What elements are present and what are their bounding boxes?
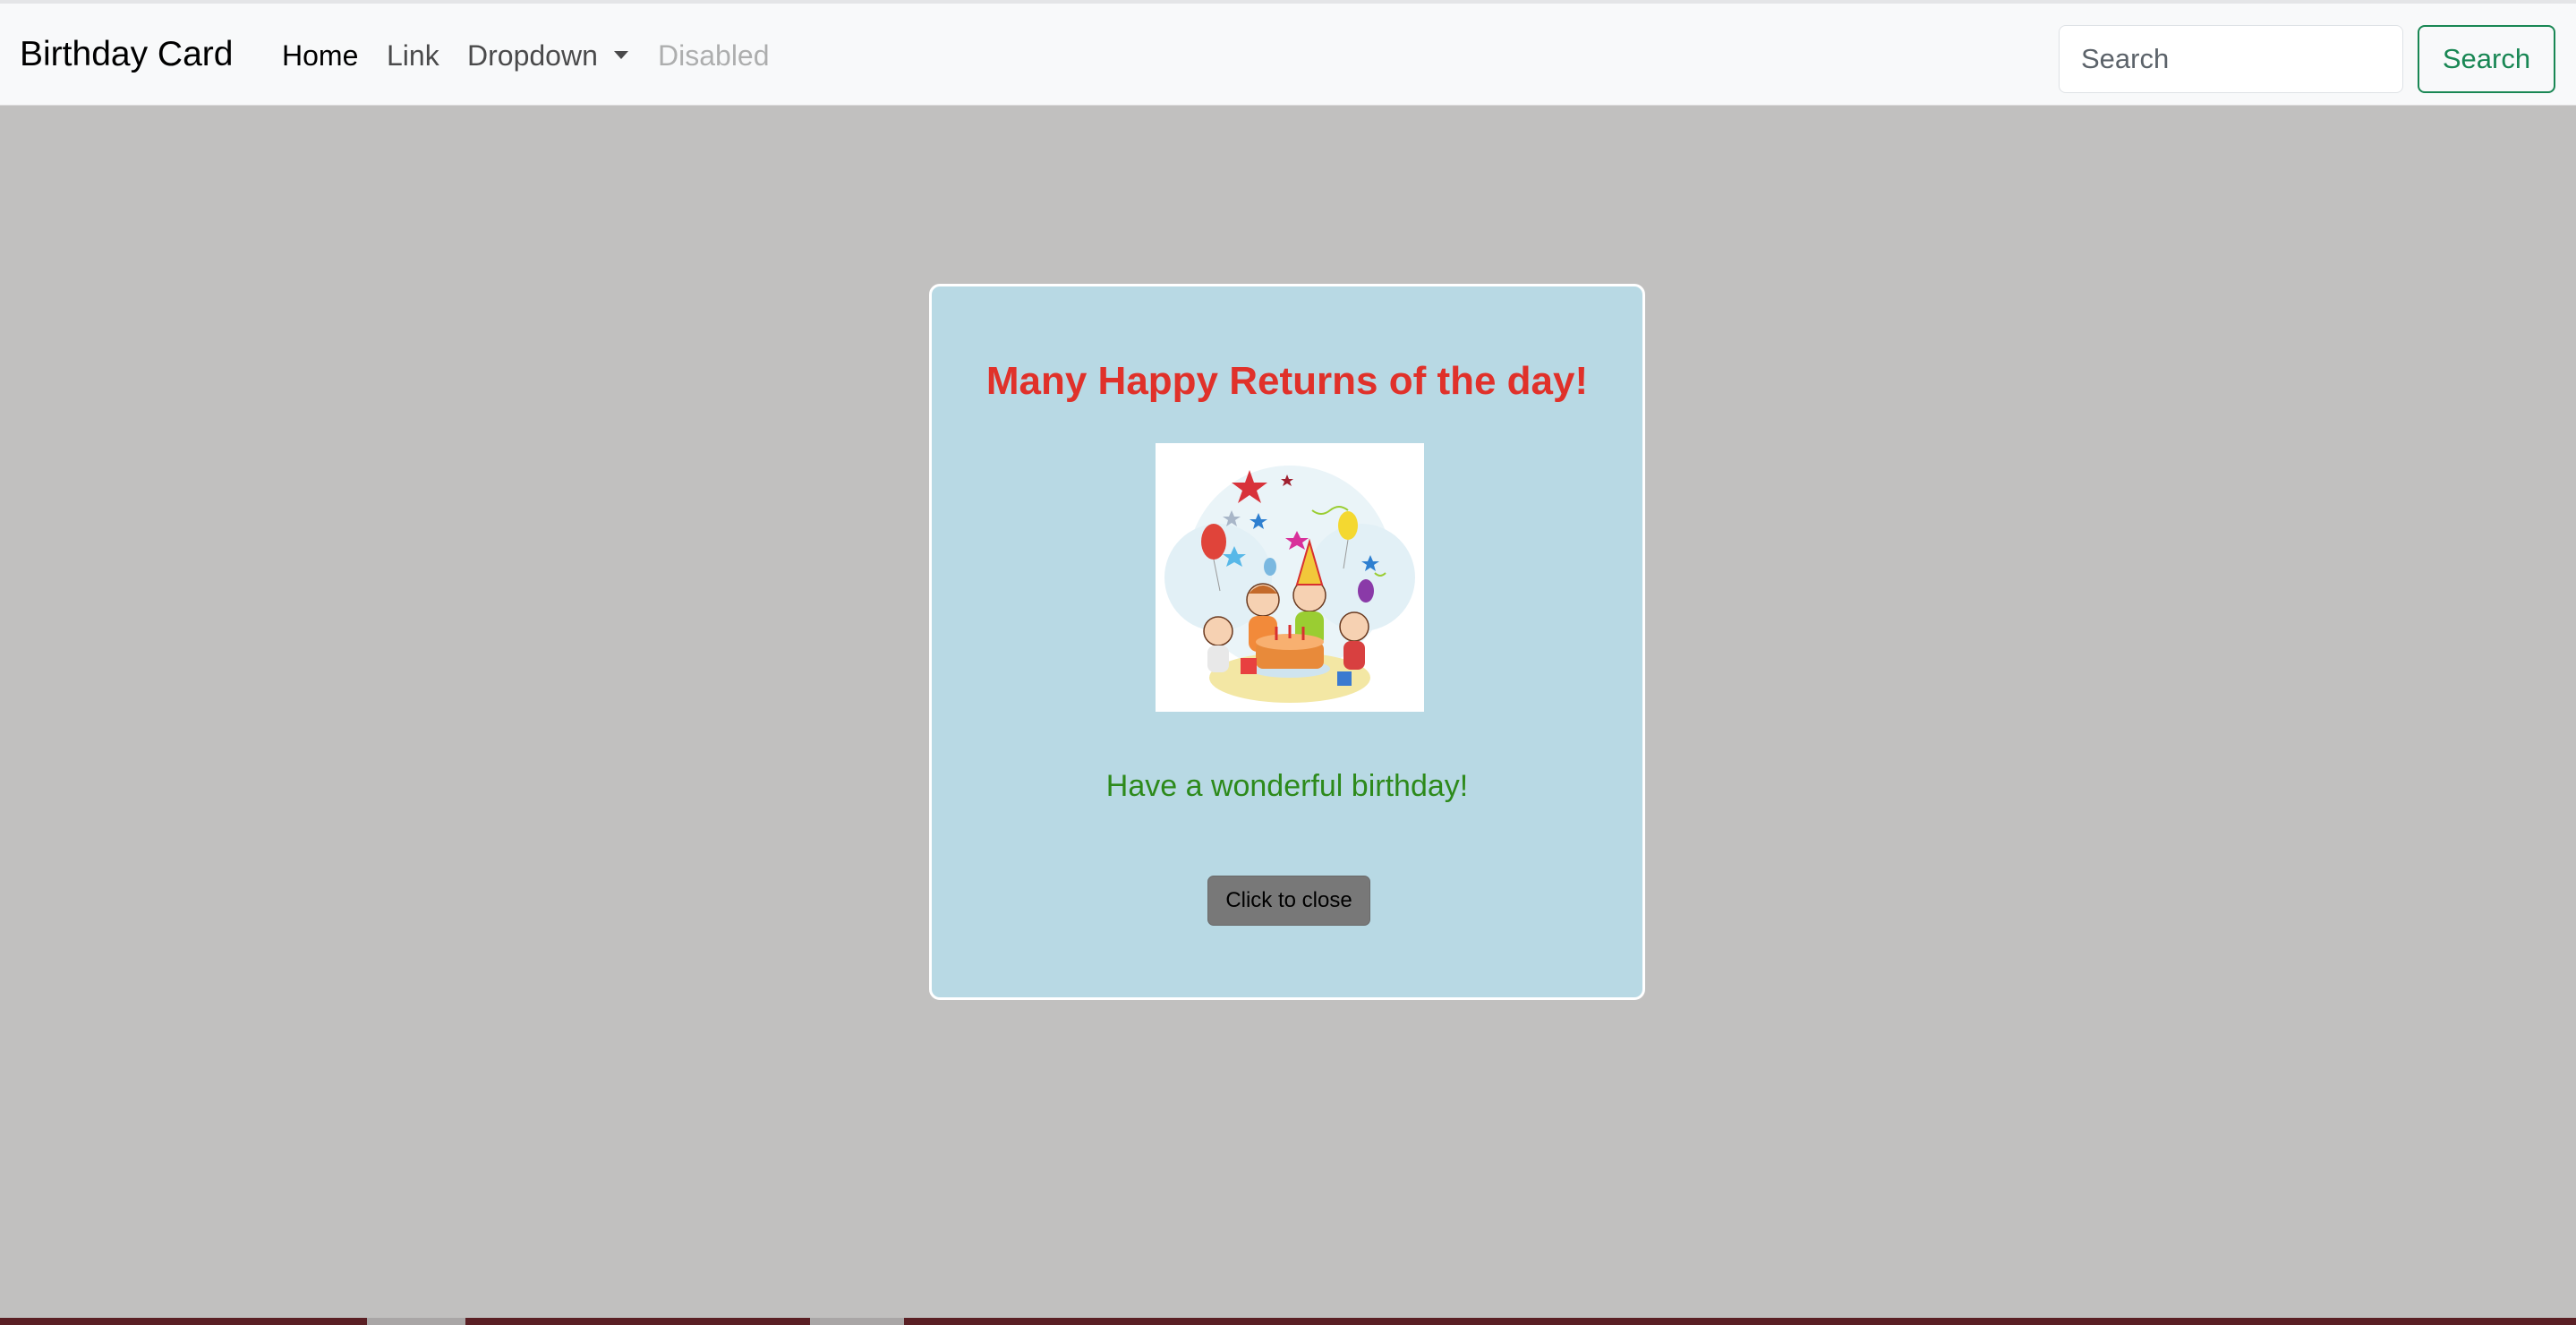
nav-home-link[interactable]: Home: [282, 38, 358, 73]
search-button[interactable]: Search: [2418, 25, 2555, 93]
nav-link[interactable]: Link: [387, 38, 439, 73]
birthday-party-illustration: [1156, 443, 1424, 712]
close-button[interactable]: Click to close: [1207, 876, 1370, 926]
navbar: Birthday Card Home Link Dropdown Disable…: [0, 0, 2576, 106]
brand-title[interactable]: Birthday Card: [20, 34, 233, 75]
nav-disabled-link: Disabled: [658, 39, 770, 72]
bottom-tab-indicator: [367, 1318, 465, 1325]
card-message: Have a wonderful birthday!: [1105, 769, 1469, 803]
card-title: Many Happy Returns of the day!: [985, 359, 1589, 403]
chevron-down-icon: [613, 51, 628, 60]
search-input[interactable]: [2059, 25, 2403, 93]
nav-dropdown-toggle[interactable]: Dropdown: [467, 38, 628, 73]
birthday-illustration-svg: [1164, 466, 1415, 703]
birthday-card-modal: Many Happy Returns of the day! Have a wo…: [929, 284, 1645, 1000]
nav-dropdown-label: Dropdown: [467, 39, 598, 72]
bottom-tab-indicator: [810, 1318, 904, 1325]
